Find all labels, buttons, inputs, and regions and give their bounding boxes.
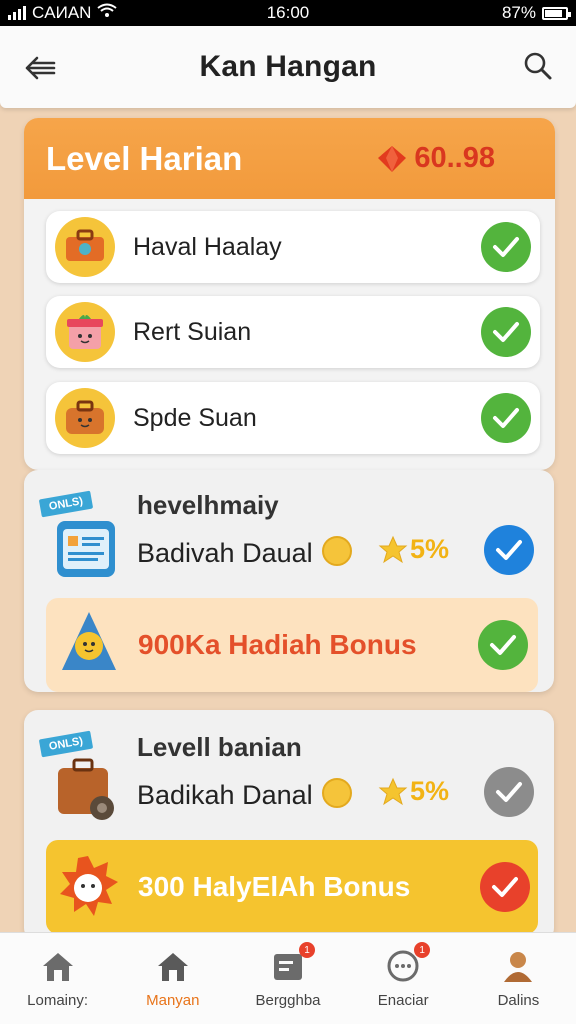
battery-percent: 87% [501,3,536,22]
status-right: 87% [501,3,571,23]
nav-label: Enaciar [377,992,429,1009]
carrier-name: CAИAN [32,3,92,22]
nav-label: Manyan [146,992,200,1009]
profile-icon [499,948,537,986]
reward-tag: ONLS) [38,490,94,518]
star-icon [378,777,408,805]
coin-icon [322,536,352,566]
task-label: Spde Suan [133,403,257,432]
bottom-nav: Lomainy: Manyan 1 Bergghba 1 Enaciar Dal… [0,932,576,1024]
nav-label: Lomainy: [27,992,89,1009]
level-title: Level Harian [46,139,243,177]
bonus-bar[interactable]: 900Ka Hadiah Bonus [46,598,538,692]
star-value: 5% [410,776,450,806]
task-row-1[interactable]: Haval Haalay [46,211,540,283]
luggage-icon [54,756,118,820]
suitcase-icon [55,217,115,277]
task-label: Rert Suian [133,317,252,346]
nav-label: Bergghba [255,992,321,1009]
reward-card-2: ONLS) Levell banian Badikah Danal 5% 300… [24,710,554,942]
reward-tag: ONLS) [38,730,94,758]
back-button[interactable] [22,50,58,86]
burst-mascot-icon [60,856,118,916]
bonus-bar[interactable]: 300 HalyElAh Bonus [46,840,538,934]
check-icon[interactable] [481,222,531,272]
signal-icon [8,6,26,20]
star-reward: 5% [378,534,449,565]
check-icon[interactable] [481,393,531,443]
bonus-text: 300 HalyElAh Bonus [138,871,411,902]
nav-item-dalins[interactable]: Dalins [461,933,576,1024]
nav-item-bergghba[interactable]: 1 Bergghba [230,933,345,1024]
check-icon[interactable] [484,767,534,817]
chat-icon: 1 [384,942,431,986]
battery-icon [542,6,571,20]
app-header: Kan Hangan [0,26,576,108]
form-icon [54,518,118,582]
coin-icon [322,778,352,808]
task-label: Haval Haalay [133,232,282,261]
message-icon: 1 [269,942,315,986]
badge: 1 [414,942,431,958]
task-row-3[interactable]: Spde Suan [46,382,540,454]
nav-item-enaciar[interactable]: 1 Enaciar [346,933,461,1024]
reward-label: Badikah Danal [137,780,313,810]
check-icon[interactable] [480,862,530,912]
page-title: Kan Hangan [199,50,377,83]
mascot-icon [62,612,116,670]
bonus-text: 900Ka Hadiah Bonus [138,629,417,660]
badge: 1 [299,942,315,958]
task-row-2[interactable]: Rert Suian [46,296,540,368]
nav-item-home[interactable]: Lomainy: [0,933,115,1024]
bag-icon [55,388,115,448]
star-value: 5% [410,534,450,564]
status-bar: CAИAN 16:00 87% [0,0,576,26]
search-button[interactable] [520,48,556,84]
nav-label: Dalins [497,992,540,1009]
level-points: 60..98 [376,142,495,175]
star-reward: 5% [378,776,449,807]
star-icon [378,535,408,563]
reward-label: Badivah Daual [137,538,313,568]
wifi-icon [97,3,118,24]
gem-icon [378,145,407,172]
search-icon [524,52,552,80]
home-icon [154,948,192,986]
level-card: Level Harian 60..98 Haval Haalay Rert Su… [24,118,555,470]
reward-subtitle: hevelhmaiy [137,490,279,520]
status-left: CAИAN [8,3,118,24]
nav-item-manyan[interactable]: Manyan [115,933,230,1024]
check-icon[interactable] [478,620,528,670]
reward-subtitle: Levell banian [137,732,302,762]
check-icon[interactable] [484,525,534,575]
gift-box-icon [55,302,115,362]
reward-card-1: ONLS) hevelhmaiy Badivah Daual 5% 900Ka … [24,470,554,692]
back-arrow-icon [25,56,56,80]
check-icon[interactable] [481,307,531,357]
level-card-header: Level Harian 60..98 [24,118,555,199]
home-icon [39,948,77,986]
points-value: 60..98 [414,142,495,174]
